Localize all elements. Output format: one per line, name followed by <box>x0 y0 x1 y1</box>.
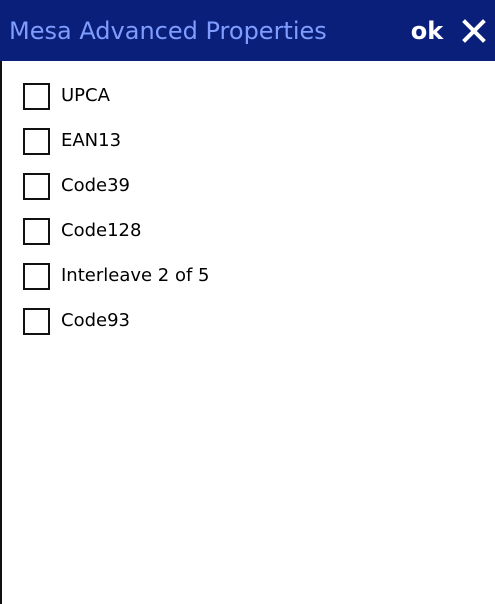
title-bar: Mesa Advanced Properties ok <box>0 0 495 61</box>
interleave-2-of-5-label: Interleave 2 of 5 <box>61 265 210 286</box>
upca-checkbox[interactable] <box>23 82 50 110</box>
code93-option[interactable]: Code93 <box>23 304 130 338</box>
close-icon <box>462 19 486 43</box>
ean13-label: EAN13 <box>61 130 122 151</box>
upca-label: UPCA <box>61 85 110 106</box>
code128-checkbox[interactable] <box>23 217 50 245</box>
ok-button[interactable]: ok <box>406 15 448 47</box>
code39-label: Code39 <box>61 175 130 196</box>
ean13-checkbox[interactable] <box>23 127 50 155</box>
close-button[interactable] <box>458 15 490 47</box>
code128-label: Code128 <box>61 220 142 241</box>
interleave-2-of-5-option[interactable]: Interleave 2 of 5 <box>23 259 210 293</box>
code39-option[interactable]: Code39 <box>23 169 130 203</box>
upca-option[interactable]: UPCA <box>23 79 110 113</box>
properties-panel: UPCA EAN13 Code39 Code128 Interleave 2 o… <box>0 61 495 604</box>
interleave-2-of-5-checkbox[interactable] <box>23 262 50 290</box>
ean13-option[interactable]: EAN13 <box>23 124 121 158</box>
code128-option[interactable]: Code128 <box>23 214 141 248</box>
code93-checkbox[interactable] <box>23 307 50 335</box>
mesa-advanced-properties-window: Mesa Advanced Properties ok UPCA EAN13 C… <box>0 0 495 604</box>
window-title: Mesa Advanced Properties <box>9 17 327 45</box>
code93-label: Code93 <box>61 310 130 331</box>
code39-checkbox[interactable] <box>23 172 50 200</box>
